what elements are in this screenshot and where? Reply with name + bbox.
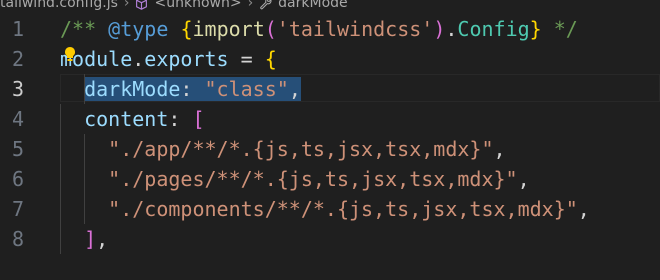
code-line[interactable]: ], [60,224,660,254]
code-line[interactable]: module.exports = { [60,44,660,74]
punctuation-token: : [168,107,193,131]
code-line[interactable]: /** @type {import('tailwindcss').Config}… [60,14,660,44]
indent-guide [84,194,85,224]
code-area[interactable]: /** @type {import('tailwindcss').Config}… [60,14,660,254]
brace-token: { [264,47,277,71]
line-number: 6 [11,167,24,191]
punctuation-token: , [577,197,590,221]
cube-icon [135,0,148,11]
line-number: 7 [11,197,24,221]
paren-token: ( [264,17,277,41]
line-number: 4 [11,107,24,131]
chevron-right-icon: › [247,0,254,11]
jsdoc-tag-token: @type [108,17,169,41]
code-line[interactable]: "./components/**/*.{js,ts,jsx,tsx,mdx}", [60,194,660,224]
indent-guide [60,224,61,254]
indent-guide [84,74,85,104]
operator-token: = [228,47,265,71]
paren-token: ) [433,17,446,41]
string-token: "./pages/**/*.{js,ts,jsx,tsx,mdx}" [108,167,518,191]
punctuation-token: , [517,167,530,191]
breadcrumb-symbol[interactable]: darkMode [278,0,347,11]
punctuation-token: . [445,17,458,41]
code-line-active[interactable]: darkMode: "class", [60,74,660,104]
breadcrumb: tailwind.config.js › <unknown> › darkMod… [0,0,348,14]
type-token: Config [457,17,530,41]
string-token: 'tailwindcss' [276,17,434,41]
line-number: 8 [11,227,24,251]
punctuation-token: . [132,47,145,71]
code-line[interactable]: "./app/**/*.{js,ts,jsx,tsx,mdx}", [60,134,660,164]
chevron-right-icon: › [123,0,130,11]
string-token: "class" [204,77,289,101]
code-line[interactable]: "./pages/**/*.{js,ts,jsx,tsx,mdx}", [60,164,660,194]
line-number: 5 [11,137,24,161]
punctuation-token: : [180,77,205,101]
indent-guide [60,164,61,194]
line-number-gutter: 1 2 3 4 5 6 7 8 [0,14,50,254]
property-key-token: darkMode [84,77,181,101]
punctuation-token: , [493,137,506,161]
indent-guide [60,134,61,164]
line-number-active: 3 [11,77,24,101]
comment-token: /** [60,17,109,41]
breadcrumb-file[interactable]: tailwind.config.js [0,0,118,11]
line-number: 1 [11,17,24,41]
indent-guide [84,164,85,194]
bracket-token: ] [84,227,97,251]
brace-token: { [180,17,193,41]
indent-guide [60,194,61,224]
comment-token: */ [541,17,578,41]
property-key-token: content [84,107,169,131]
indent-guide [84,134,85,164]
brace-token: } [529,17,542,41]
wrench-icon [259,0,272,11]
identifier-token: exports [144,47,229,71]
function-token: import [192,17,265,41]
punctuation-token: , [96,227,109,251]
breadcrumb-unknown[interactable]: <unknown> [154,0,241,11]
bracket-token: [ [192,107,205,131]
string-token: "./app/**/*.{js,ts,jsx,tsx,mdx}" [108,137,494,161]
lightbulb-icon[interactable] [63,46,77,62]
comment-token [168,17,180,41]
string-token: "./components/**/*.{js,ts,jsx,tsx,mdx}" [108,197,578,221]
line-number: 2 [11,47,24,71]
punctuation-token: , [288,77,301,101]
code-line[interactable]: content: [ [60,104,660,134]
code-editor[interactable]: tailwind.config.js › <unknown> › darkMod… [0,0,660,280]
indent-guide [60,104,61,134]
